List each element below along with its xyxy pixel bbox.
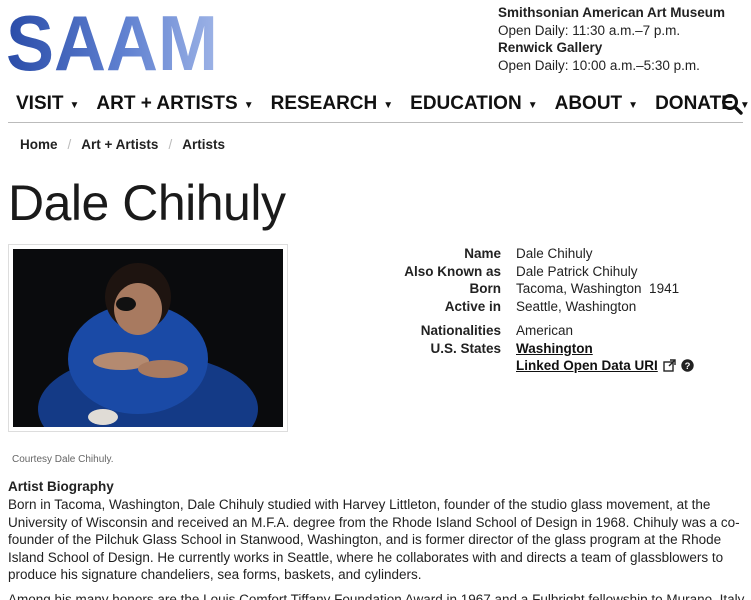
nav-label: VISIT: [16, 93, 64, 114]
breadcrumb-separator: /: [168, 137, 173, 152]
fact-value: Dale Patrick Chihuly: [516, 263, 638, 279]
nav-item-education[interactable]: EDUCATION ▼: [410, 93, 537, 115]
breadcrumb-separator: /: [67, 137, 72, 152]
caret-down-icon: ▼: [383, 99, 394, 111]
nav-label: EDUCATION: [410, 93, 522, 114]
nav-item-research[interactable]: RESEARCH ▼: [271, 93, 394, 115]
fact-value: Tacoma, Washington 1941: [516, 281, 680, 296]
fact-value: American: [516, 323, 574, 338]
artist-photo-frame: [8, 244, 288, 432]
svg-text:?: ?: [684, 361, 690, 372]
fact-label: Nationalities: [420, 323, 501, 338]
hours-block: Smithsonian American Art Museum Open Dai…: [498, 4, 725, 74]
breadcrumb-artists[interactable]: Artists: [182, 137, 225, 152]
nav-item-visit[interactable]: VISIT ▼: [16, 93, 79, 115]
fact-value: Dale Chihuly: [516, 246, 593, 261]
caret-down-icon: ▼: [69, 99, 80, 111]
logo-text: SAAM: [8, 8, 218, 72]
main-nav: VISIT ▼ ART + ARTISTS ▼ RESEARCH ▼ EDUCATIO…: [16, 93, 750, 115]
fact-row-name: Name Dale Chihuly: [300, 245, 740, 263]
state-link-washington[interactable]: Washington: [516, 340, 593, 358]
help-icon[interactable]: ?: [681, 359, 694, 372]
nav-label: ART + ARTISTS: [96, 93, 238, 114]
fact-label: Name: [464, 246, 501, 261]
gallery-name[interactable]: Renwick Gallery: [498, 39, 725, 57]
fact-label: U.S. States: [430, 340, 501, 356]
breadcrumb-home[interactable]: Home: [20, 137, 58, 152]
search-icon[interactable]: [721, 93, 743, 115]
fact-label: Also Known as: [404, 263, 501, 279]
nav-divider: [8, 122, 743, 123]
saam-logo[interactable]: SAAM: [8, 8, 218, 72]
linked-open-data-link[interactable]: Linked Open Data URI: [516, 358, 658, 373]
fact-label: Active in: [444, 298, 501, 314]
museum-name[interactable]: Smithsonian American Art Museum: [498, 4, 725, 22]
nav-item-art-artists[interactable]: ART + ARTISTS ▼: [96, 93, 253, 115]
caret-down-icon: ▼: [628, 99, 639, 111]
fact-value: Seattle, Washington: [516, 298, 637, 314]
bio-paragraph: Born in Tacoma, Washington, Dale Chihuly…: [8, 497, 740, 582]
fact-row-states: U.S. States Washington: [300, 340, 740, 358]
museum-hours: Open Daily: 11:30 a.m.–7 p.m.: [498, 22, 681, 38]
nav-label: ABOUT: [554, 93, 623, 114]
fact-row-active: Active in Seattle, Washington: [300, 298, 740, 316]
photo-credit: Courtesy Dale Chihuly.: [12, 454, 114, 465]
artist-photo: [13, 249, 283, 427]
caret-down-icon: ▼: [527, 99, 538, 111]
fact-row-nationalities: Nationalities American: [300, 322, 740, 340]
page-title: Dale Chihuly: [8, 175, 286, 231]
fact-spacer: [300, 315, 740, 322]
fact-row-born: Born Tacoma, Washington 1941: [300, 280, 740, 298]
caret-down-icon: ▼: [243, 99, 254, 111]
fact-row-aka: Also Known as Dale Patrick Chihuly: [300, 263, 740, 281]
breadcrumb: Home / Art + Artists / Artists: [20, 137, 225, 152]
gallery-hours: Open Daily: 10:00 a.m.–5:30 p.m.: [498, 57, 700, 73]
breadcrumb-art-artists[interactable]: Art + Artists: [81, 137, 158, 152]
fact-label: Born: [469, 281, 502, 296]
external-link-icon[interactable]: [663, 359, 676, 372]
nav-item-about[interactable]: ABOUT ▼: [555, 93, 638, 115]
bio-heading: Artist Biography: [8, 479, 114, 494]
artist-facts: Name Dale Chihuly Also Known as Dale Pat…: [300, 245, 740, 375]
lod-row: Linked Open Data URI ?: [516, 357, 740, 375]
nav-label: RESEARCH: [270, 93, 378, 114]
bio-paragraph: Among his many honors are the Louis Comf…: [8, 592, 746, 600]
